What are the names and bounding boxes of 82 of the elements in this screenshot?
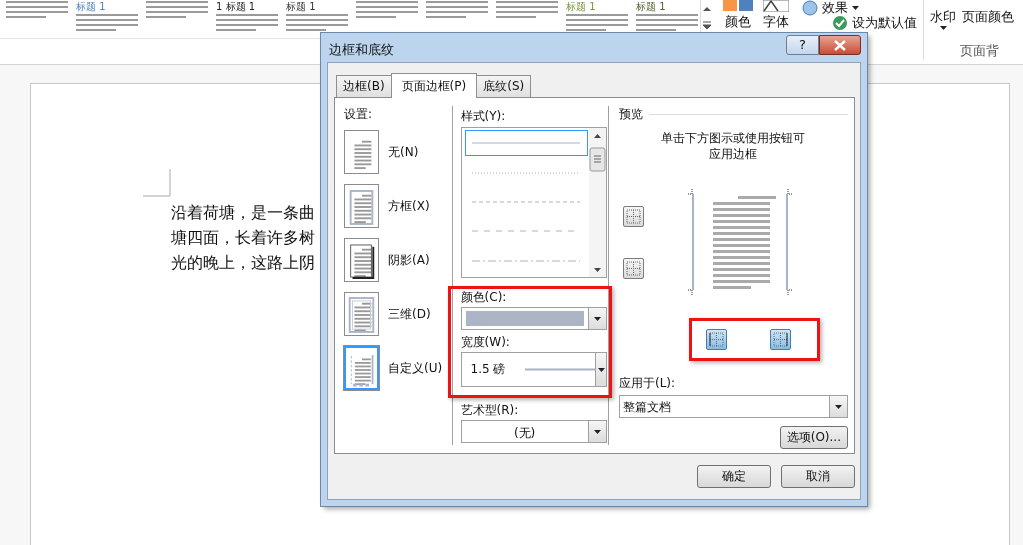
- ok-button[interactable]: 确定: [697, 465, 771, 488]
- tab[interactable]: 页面边框(P): [390, 73, 478, 98]
- cancel-button[interactable]: 取消: [781, 465, 855, 488]
- document-text: 光的晚上，这路上阴: [171, 252, 315, 274]
- caret-icon: [593, 429, 601, 434]
- style-title: 标题 1: [566, 1, 596, 12]
- setting-label: 阴影(A): [388, 251, 430, 269]
- group-title: 预览: [619, 106, 643, 122]
- watermark-button[interactable]: 水印: [930, 0, 956, 30]
- field-label: 宽度(W):: [460, 334, 510, 350]
- border-toggle-button[interactable]: [623, 258, 644, 279]
- scroll-up-icon[interactable]: [701, 4, 713, 14]
- color-dropdown[interactable]: [460, 307, 607, 330]
- text-lines-drawing: [496, 1, 558, 19]
- instruction-text: 单击下方图示或使用按钮可应用边框: [660, 130, 807, 162]
- options-button[interactable]: 选项(O)...: [779, 426, 848, 449]
- section-label: 设置:: [344, 106, 373, 122]
- effects-button[interactable]: 效果: [802, 0, 917, 15]
- page-color-button[interactable]: 页面颜色: [962, 0, 1014, 30]
- setting-label: 三维(D): [388, 305, 431, 323]
- set-default-button[interactable]: 设为默认值: [832, 15, 917, 30]
- text-lines-drawing: [146, 1, 208, 19]
- close-button[interactable]: [819, 35, 861, 55]
- style-title: 标题 1: [286, 1, 316, 12]
- field-label: 应用于(L):: [619, 375, 676, 391]
- close-icon: [834, 39, 846, 51]
- document-text: 沿着荷塘，是一条曲: [171, 202, 315, 224]
- help-button[interactable]: ?: [786, 35, 819, 55]
- caret-icon: [597, 367, 605, 372]
- line-sample-icon: [472, 258, 581, 263]
- more-icon[interactable]: [701, 20, 713, 30]
- setting-label: 方框(X): [388, 197, 430, 215]
- text-lines-drawing: [286, 14, 348, 32]
- text-lines-drawing: [216, 14, 278, 32]
- border-toggle-button[interactable]: [770, 329, 791, 350]
- border-toggle-button[interactable]: [706, 329, 727, 350]
- style-title: 1 标题 1: [216, 1, 256, 12]
- style-title: 标题 1: [76, 1, 106, 12]
- setting-button[interactable]: [344, 238, 379, 282]
- text-lines-drawing: [636, 14, 698, 32]
- setting-label: 自定义(U): [388, 359, 443, 377]
- window-title: 边框和底纹: [328, 41, 394, 59]
- font-icon: [763, 0, 789, 12]
- art-dropdown[interactable]: (无): [460, 420, 607, 443]
- field-label: 颜色(C):: [460, 289, 507, 305]
- colors-button[interactable]: 颜色: [720, 0, 756, 40]
- line-style-list[interactable]: [460, 127, 607, 278]
- check-icon: [832, 14, 848, 31]
- line-sample-icon: [472, 200, 581, 204]
- border-icon: [707, 330, 726, 349]
- border-toggle-button[interactable]: [623, 206, 644, 227]
- border-icon: [624, 207, 643, 226]
- text-lines-drawing: [6, 1, 68, 19]
- style-title: 标题 1: [636, 1, 666, 12]
- line-sample-icon: [525, 368, 596, 371]
- setting-label: 无(N): [388, 143, 419, 161]
- field-label: 艺术型(R):: [460, 402, 519, 418]
- border-icon: [624, 259, 643, 278]
- corner-mark-icon: [143, 169, 171, 197]
- section-label: 样式(Y):: [460, 108, 506, 124]
- width-dropdown[interactable]: 1.5 磅: [460, 352, 607, 387]
- border-icon: [771, 330, 790, 349]
- caret-icon: [852, 5, 859, 10]
- line-style-item[interactable]: [464, 130, 588, 157]
- tab[interactable]: 边框(B): [336, 75, 392, 97]
- document-text: 塘四面，长着许多树: [171, 227, 315, 249]
- text-lines-drawing: [76, 14, 138, 32]
- text-lines-drawing: [426, 1, 488, 19]
- effects-icon: [802, 0, 818, 16]
- width-value: 1.5 磅: [470, 361, 506, 378]
- scrollbar[interactable]: [588, 128, 606, 277]
- line-sample-icon: [472, 141, 581, 146]
- tab[interactable]: 底纹(S): [476, 75, 532, 97]
- line-sample-icon: [472, 170, 581, 175]
- palette-icon: [721, 0, 755, 12]
- caret-icon: [835, 404, 842, 409]
- apply-to-dropdown[interactable]: 整篇文档: [619, 395, 848, 418]
- caret-icon: [593, 316, 601, 321]
- group-label: 页面背: [959, 42, 999, 60]
- text-lines-drawing: [566, 14, 628, 32]
- caret-icon: [939, 26, 947, 30]
- text-lines-drawing: [356, 1, 418, 19]
